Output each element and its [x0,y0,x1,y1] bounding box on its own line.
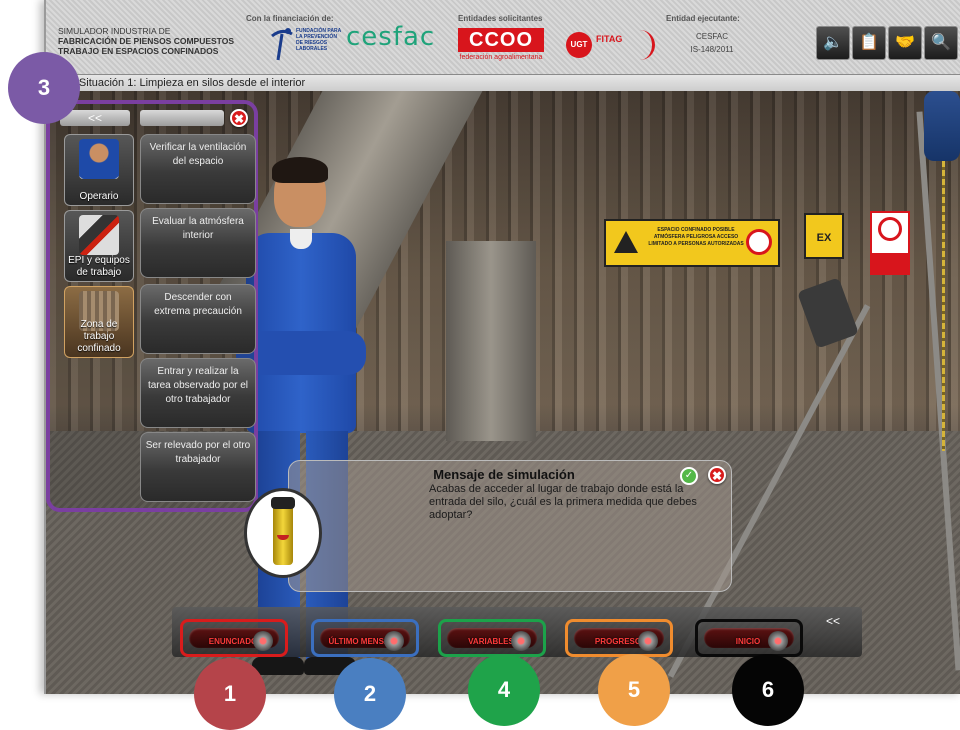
ccoo-subtitle: federación agroalimentaria [459,54,543,61]
panel-close-icon[interactable]: ✖ [230,109,248,127]
title-line-1: SIMULADOR INDUSTRIA DE [58,26,171,36]
fitag-arc [626,30,655,60]
action-be-relieved[interactable]: Ser relevado por el otro trabajador [140,432,256,502]
side-button-operario[interactable]: Operario [64,134,134,206]
app-title: SIMULADOR INDUSTRIA DE FABRICACIÓN DE PI… [58,26,248,56]
rescue-pulley [924,91,960,161]
explosive-atmosphere-sign: EX [804,213,844,259]
zoom-icon: 🔍 [931,34,951,51]
clipboard-icon: 📋 [859,34,879,51]
button-body: ÚLTIMO MENSAJE [320,628,410,651]
funding-label: Con la financiación de: [246,14,334,23]
confined-space-sign-text: ESPACIO CONFINADO POSIBLE ATMÓSFERA PELI… [648,227,744,247]
message-title: Mensaje de simulación [433,467,575,482]
callout-marker-3: 3 [8,52,80,124]
fundacion-text: FUNDACIÓN PARA LA PREVENCIÓN DE RIESGOS … [296,28,341,52]
bottom-collapse-button[interactable]: << [826,614,846,630]
no-entry-icon [746,229,772,255]
silo-pipe-lower [446,241,536,441]
fitag-mark: FITAG [596,34,623,44]
warning-triangle-icon [614,231,638,253]
title-line-3: TRABAJO EN ESPACIOS CONFINADOS [58,46,219,56]
ugt-mark: UGT [566,32,592,58]
message-close-icon[interactable]: ✖ [708,466,726,484]
operator-collar [290,229,312,249]
message-ok-icon[interactable]: ✓ [680,467,698,485]
side-button-label: EPI y equipos de trabajo [68,255,130,278]
zoom-button[interactable]: 🔍 [924,26,958,60]
sound-icon: 🔈 [823,34,843,51]
title-line-2: FABRICACIÓN DE PIENSOS COMPUESTOS [58,36,235,46]
no-smoking-icon [878,217,902,241]
ugt-fitag-logo: UGT FITAG [566,30,658,60]
knob-icon [638,631,658,651]
message-text: Acabas de acceder al lugar de trabajo do… [429,483,697,521]
callout-marker-6: 6 [732,654,804,726]
actions-panel: << ✖ Operario EPI y equipos de trabajo Z… [46,100,258,512]
button-body: VARIABLES [447,628,537,651]
panel-collapse-button[interactable]: << [60,110,130,126]
fundacion-mark-icon [271,28,293,61]
executor-label: Entidad ejecutante: [666,14,740,23]
button-body: PROGRESO [574,628,664,651]
clipboard-button[interactable]: 📋 [852,26,886,60]
fundacion-logo: FUNDACIÓN PARA LA PREVENCIÓN DE RIESGOS … [270,28,350,64]
executor-name: CESFAC [695,32,728,41]
knob-icon [253,631,273,651]
sound-button[interactable]: 🔈 [816,26,850,60]
cesfac-logo: cesfac [346,22,436,52]
action-enter-observed[interactable]: Entrar y realizar la tarea observado por… [140,358,256,428]
ppe-equipment-icon [79,215,119,255]
callout-marker-1: 1 [194,658,266,730]
side-button-label: Operario [79,191,119,202]
simulation-message-box: Mensaje de simulación Acabas de acceder … [288,460,732,592]
no-smoking-sign [870,211,910,275]
ccoo-logo: CCOO federación agroalimentaria [458,28,544,64]
header-bar: SIMULADOR INDUSTRIA DE FABRICACIÓN DE PI… [46,0,960,75]
callout-marker-4: 4 [468,654,540,726]
inicio-button[interactable]: INICIO [695,619,803,657]
executor-code: IS-148/2011 [690,45,734,54]
action-verify-ventilation[interactable]: Verificar la ventilación del espacio [140,134,256,204]
handshake-button[interactable]: 🤝 [888,26,922,60]
side-button-zona[interactable]: Zona de trabajo confinado [64,286,134,358]
confined-space-sign: ESPACIO CONFINADO POSIBLE ATMÓSFERA PELI… [604,219,780,267]
detector-cap [271,497,295,509]
operator-portrait-icon [79,139,119,179]
action-descend-carefully[interactable]: Descender con extrema precaución [140,284,256,354]
ultimo-mensaje-button[interactable]: ÚLTIMO MENSAJE [311,619,419,657]
side-button-label: Zona de trabajo confinado [77,319,121,354]
knob-icon [511,631,531,651]
variables-button[interactable]: VARIABLES [438,619,546,657]
ccoo-mark: CCOO [458,28,544,52]
safety-chain [942,161,945,451]
applicants-label: Entidades solicitantes [458,14,543,23]
knob-icon [384,631,404,651]
detector-body [273,503,293,565]
progreso-button[interactable]: PROGRESO [565,619,673,657]
breadcrumb: cio>>Situación 1: Limpieza en silos desd… [46,75,960,91]
executor-info: CESFAC IS-148/2011 [682,30,742,56]
operator-shoe [252,657,304,675]
knob-icon [768,631,788,651]
callout-marker-5: 5 [598,654,670,726]
side-button-epi[interactable]: EPI y equipos de trabajo [64,210,134,282]
callout-marker-2: 2 [334,658,406,730]
button-body: INICIO [704,628,794,651]
operator-hair [272,157,328,183]
panel-title-bar [140,110,224,126]
button-body: ENUNCIADO [189,628,279,651]
enunciado-button[interactable]: ENUNCIADO [180,619,288,657]
gas-detector-avatar [244,488,322,578]
handshake-icon: 🤝 [895,34,915,51]
action-evaluate-atmosphere[interactable]: Evaluar la atmósfera interior [140,208,256,278]
no-smoking-band [872,253,908,273]
